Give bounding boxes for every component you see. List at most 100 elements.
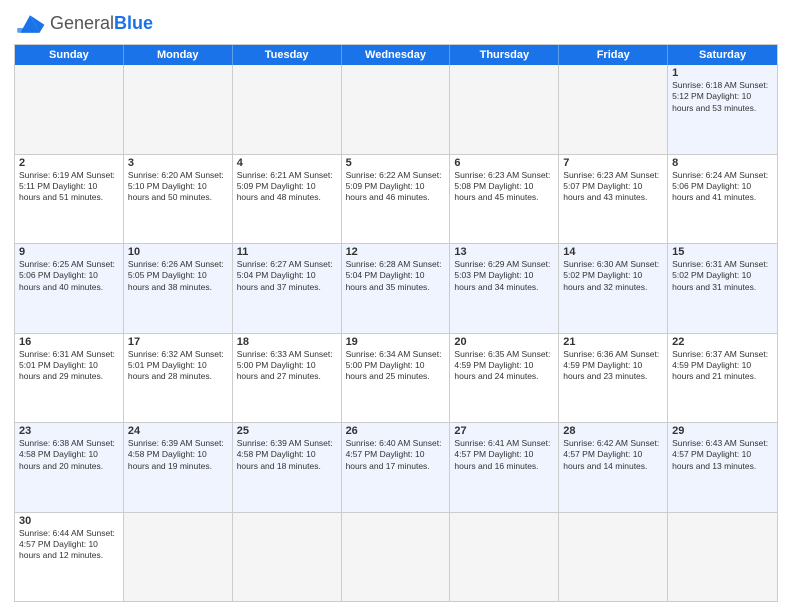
day-info: Sunrise: 6:29 AM Sunset: 5:03 PM Dayligh… — [454, 259, 554, 293]
weekday-header-tuesday: Tuesday — [233, 45, 342, 65]
day-number: 21 — [563, 336, 663, 348]
day-info: Sunrise: 6:19 AM Sunset: 5:11 PM Dayligh… — [19, 170, 119, 204]
calendar: SundayMondayTuesdayWednesdayThursdayFrid… — [14, 44, 778, 602]
calendar-cell-5-2 — [233, 513, 342, 602]
day-info: Sunrise: 6:32 AM Sunset: 5:01 PM Dayligh… — [128, 349, 228, 383]
calendar-cell-5-4 — [450, 513, 559, 602]
calendar-cell-1-3: 5Sunrise: 6:22 AM Sunset: 5:09 PM Daylig… — [342, 155, 451, 244]
weekday-header-wednesday: Wednesday — [342, 45, 451, 65]
day-number: 28 — [563, 425, 663, 437]
calendar-row-4: 23Sunrise: 6:38 AM Sunset: 4:58 PM Dayli… — [15, 422, 777, 512]
calendar-cell-5-1 — [124, 513, 233, 602]
day-info: Sunrise: 6:31 AM Sunset: 5:02 PM Dayligh… — [672, 259, 773, 293]
calendar-cell-2-2: 11Sunrise: 6:27 AM Sunset: 5:04 PM Dayli… — [233, 244, 342, 333]
day-info: Sunrise: 6:42 AM Sunset: 4:57 PM Dayligh… — [563, 438, 663, 472]
day-number: 20 — [454, 336, 554, 348]
logo-icon — [14, 10, 46, 38]
calendar-cell-0-4 — [450, 65, 559, 154]
day-info: Sunrise: 6:25 AM Sunset: 5:06 PM Dayligh… — [19, 259, 119, 293]
weekday-header-thursday: Thursday — [450, 45, 559, 65]
day-number: 27 — [454, 425, 554, 437]
calendar-cell-4-4: 27Sunrise: 6:41 AM Sunset: 4:57 PM Dayli… — [450, 423, 559, 512]
calendar-cell-4-6: 29Sunrise: 6:43 AM Sunset: 4:57 PM Dayli… — [668, 423, 777, 512]
day-info: Sunrise: 6:39 AM Sunset: 4:58 PM Dayligh… — [237, 438, 337, 472]
day-number: 9 — [19, 246, 119, 258]
day-info: Sunrise: 6:23 AM Sunset: 5:08 PM Dayligh… — [454, 170, 554, 204]
logo: GeneralBlue — [14, 10, 153, 38]
day-info: Sunrise: 6:35 AM Sunset: 4:59 PM Dayligh… — [454, 349, 554, 383]
calendar-cell-4-5: 28Sunrise: 6:42 AM Sunset: 4:57 PM Dayli… — [559, 423, 668, 512]
day-info: Sunrise: 6:39 AM Sunset: 4:58 PM Dayligh… — [128, 438, 228, 472]
day-number: 25 — [237, 425, 337, 437]
calendar-row-1: 2Sunrise: 6:19 AM Sunset: 5:11 PM Daylig… — [15, 154, 777, 244]
day-info: Sunrise: 6:33 AM Sunset: 5:00 PM Dayligh… — [237, 349, 337, 383]
day-number: 26 — [346, 425, 446, 437]
calendar-cell-2-6: 15Sunrise: 6:31 AM Sunset: 5:02 PM Dayli… — [668, 244, 777, 333]
day-info: Sunrise: 6:38 AM Sunset: 4:58 PM Dayligh… — [19, 438, 119, 472]
weekday-header-monday: Monday — [124, 45, 233, 65]
calendar-cell-4-1: 24Sunrise: 6:39 AM Sunset: 4:58 PM Dayli… — [124, 423, 233, 512]
day-info: Sunrise: 6:37 AM Sunset: 4:59 PM Dayligh… — [672, 349, 773, 383]
calendar-row-3: 16Sunrise: 6:31 AM Sunset: 5:01 PM Dayli… — [15, 333, 777, 423]
day-number: 23 — [19, 425, 119, 437]
calendar-cell-1-4: 6Sunrise: 6:23 AM Sunset: 5:08 PM Daylig… — [450, 155, 559, 244]
day-number: 29 — [672, 425, 773, 437]
calendar-cell-3-5: 21Sunrise: 6:36 AM Sunset: 4:59 PM Dayli… — [559, 334, 668, 423]
calendar-cell-3-3: 19Sunrise: 6:34 AM Sunset: 5:00 PM Dayli… — [342, 334, 451, 423]
day-number: 8 — [672, 157, 773, 169]
weekday-header-saturday: Saturday — [668, 45, 777, 65]
day-number: 10 — [128, 246, 228, 258]
day-info: Sunrise: 6:40 AM Sunset: 4:57 PM Dayligh… — [346, 438, 446, 472]
day-info: Sunrise: 6:22 AM Sunset: 5:09 PM Dayligh… — [346, 170, 446, 204]
day-number: 13 — [454, 246, 554, 258]
calendar-cell-3-0: 16Sunrise: 6:31 AM Sunset: 5:01 PM Dayli… — [15, 334, 124, 423]
logo-text: GeneralBlue — [50, 14, 153, 34]
calendar-cell-1-2: 4Sunrise: 6:21 AM Sunset: 5:09 PM Daylig… — [233, 155, 342, 244]
calendar-cell-5-3 — [342, 513, 451, 602]
calendar-cell-0-6: 1Sunrise: 6:18 AM Sunset: 5:12 PM Daylig… — [668, 65, 777, 154]
calendar-cell-4-0: 23Sunrise: 6:38 AM Sunset: 4:58 PM Dayli… — [15, 423, 124, 512]
calendar-cell-0-0 — [15, 65, 124, 154]
calendar-cell-5-0: 30Sunrise: 6:44 AM Sunset: 4:57 PM Dayli… — [15, 513, 124, 602]
day-number: 2 — [19, 157, 119, 169]
calendar-cell-0-1 — [124, 65, 233, 154]
calendar-cell-2-5: 14Sunrise: 6:30 AM Sunset: 5:02 PM Dayli… — [559, 244, 668, 333]
calendar-row-0: 1Sunrise: 6:18 AM Sunset: 5:12 PM Daylig… — [15, 65, 777, 154]
calendar-cell-2-1: 10Sunrise: 6:26 AM Sunset: 5:05 PM Dayli… — [124, 244, 233, 333]
day-number: 30 — [19, 515, 119, 527]
calendar-header: SundayMondayTuesdayWednesdayThursdayFrid… — [15, 45, 777, 65]
day-info: Sunrise: 6:31 AM Sunset: 5:01 PM Dayligh… — [19, 349, 119, 383]
day-number: 12 — [346, 246, 446, 258]
day-number: 11 — [237, 246, 337, 258]
day-number: 15 — [672, 246, 773, 258]
calendar-cell-3-6: 22Sunrise: 6:37 AM Sunset: 4:59 PM Dayli… — [668, 334, 777, 423]
day-number: 19 — [346, 336, 446, 348]
day-number: 3 — [128, 157, 228, 169]
day-info: Sunrise: 6:36 AM Sunset: 4:59 PM Dayligh… — [563, 349, 663, 383]
day-info: Sunrise: 6:30 AM Sunset: 5:02 PM Dayligh… — [563, 259, 663, 293]
day-number: 7 — [563, 157, 663, 169]
day-info: Sunrise: 6:23 AM Sunset: 5:07 PM Dayligh… — [563, 170, 663, 204]
day-info: Sunrise: 6:28 AM Sunset: 5:04 PM Dayligh… — [346, 259, 446, 293]
calendar-cell-0-3 — [342, 65, 451, 154]
day-number: 4 — [237, 157, 337, 169]
calendar-cell-0-2 — [233, 65, 342, 154]
day-number: 1 — [672, 67, 773, 79]
calendar-cell-3-2: 18Sunrise: 6:33 AM Sunset: 5:00 PM Dayli… — [233, 334, 342, 423]
calendar-cell-3-4: 20Sunrise: 6:35 AM Sunset: 4:59 PM Dayli… — [450, 334, 559, 423]
day-number: 17 — [128, 336, 228, 348]
calendar-cell-2-4: 13Sunrise: 6:29 AM Sunset: 5:03 PM Dayli… — [450, 244, 559, 333]
calendar-cell-2-0: 9Sunrise: 6:25 AM Sunset: 5:06 PM Daylig… — [15, 244, 124, 333]
day-info: Sunrise: 6:41 AM Sunset: 4:57 PM Dayligh… — [454, 438, 554, 472]
day-info: Sunrise: 6:44 AM Sunset: 4:57 PM Dayligh… — [19, 528, 119, 562]
weekday-header-friday: Friday — [559, 45, 668, 65]
day-number: 22 — [672, 336, 773, 348]
calendar-cell-4-2: 25Sunrise: 6:39 AM Sunset: 4:58 PM Dayli… — [233, 423, 342, 512]
calendar-row-5: 30Sunrise: 6:44 AM Sunset: 4:57 PM Dayli… — [15, 512, 777, 602]
calendar-cell-1-6: 8Sunrise: 6:24 AM Sunset: 5:06 PM Daylig… — [668, 155, 777, 244]
calendar-cell-0-5 — [559, 65, 668, 154]
day-number: 18 — [237, 336, 337, 348]
calendar-cell-5-5 — [559, 513, 668, 602]
day-info: Sunrise: 6:24 AM Sunset: 5:06 PM Dayligh… — [672, 170, 773, 204]
day-info: Sunrise: 6:21 AM Sunset: 5:09 PM Dayligh… — [237, 170, 337, 204]
